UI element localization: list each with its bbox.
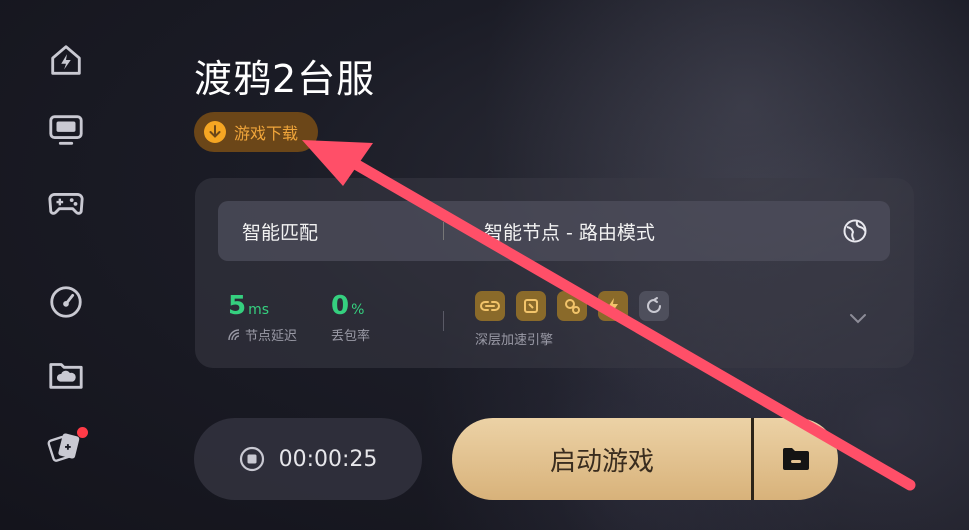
notification-badge — [77, 427, 88, 438]
sidebar-item-speed[interactable] — [44, 280, 88, 324]
loss-label: 丢包率 — [331, 329, 371, 344]
timer-value: 00:00:25 — [278, 446, 378, 472]
sidebar-item-game-cards[interactable] — [44, 424, 88, 468]
launch-label: 启动游戏 — [549, 446, 654, 477]
node-selector: 智能匹配 智能节点 - 路由模式 — [218, 201, 890, 261]
engine-label: 深层加速引擎 — [475, 333, 554, 348]
gamepad-icon — [48, 192, 84, 215]
globe-icon[interactable] — [842, 218, 868, 244]
smart-match-option[interactable]: 智能匹配 — [218, 218, 443, 245]
cloud-folder-icon — [49, 363, 83, 389]
sidebar-item-monitor[interactable] — [44, 108, 88, 152]
network-stats: 5 ms 节点延迟 0% 丢包率 — [228, 291, 404, 344]
latency-stat: 5 ms 节点延迟 — [228, 291, 297, 344]
packet-loss-stat: 0% 丢包率 — [331, 291, 370, 344]
route-mode-option[interactable]: 智能节点 - 路由模式 — [444, 218, 842, 245]
sidebar-item-games[interactable] — [44, 180, 88, 224]
sidebar-item-cloud-files[interactable] — [44, 352, 88, 396]
acceleration-card: 智能匹配 智能节点 - 路由模式 5 ms 节点延迟 0% 丢包率 深层加速引擎 — [195, 178, 914, 368]
latency-value: 5 — [228, 291, 247, 321]
chip-icon[interactable] — [516, 291, 546, 321]
refresh-icon[interactable] — [639, 291, 669, 321]
gear-icon[interactable] — [557, 291, 587, 321]
loss-value: 0 — [331, 291, 350, 321]
link-icon[interactable] — [475, 291, 505, 321]
download-label: 游戏下载 — [234, 124, 299, 143]
game-title: 渡鸦2台服 — [194, 57, 376, 101]
loss-unit: % — [351, 302, 365, 318]
open-folder-button[interactable] — [754, 418, 838, 500]
stats-divider — [443, 311, 444, 331]
latency-unit: ms — [248, 302, 270, 318]
sidebar-item-home[interactable] — [44, 38, 88, 82]
session-timer: 00:00:25 — [194, 418, 422, 500]
signal-icon — [228, 328, 240, 340]
acceleration-engine: 深层加速引擎 — [475, 291, 680, 348]
download-arrow-icon — [204, 121, 226, 143]
stop-icon[interactable] — [239, 446, 265, 472]
home-boost-icon — [51, 45, 81, 75]
latency-label: 节点延迟 — [245, 329, 298, 344]
chevron-down-icon[interactable] — [848, 311, 868, 325]
folder-icon — [783, 448, 809, 470]
lightning-icon[interactable] — [598, 291, 628, 321]
game-download-button[interactable]: 游戏下载 — [194, 112, 318, 152]
launch-game-button[interactable]: 启动游戏 — [452, 418, 752, 500]
monitor-icon — [49, 115, 83, 145]
sidebar — [0, 0, 130, 530]
speedometer-icon — [50, 286, 82, 318]
